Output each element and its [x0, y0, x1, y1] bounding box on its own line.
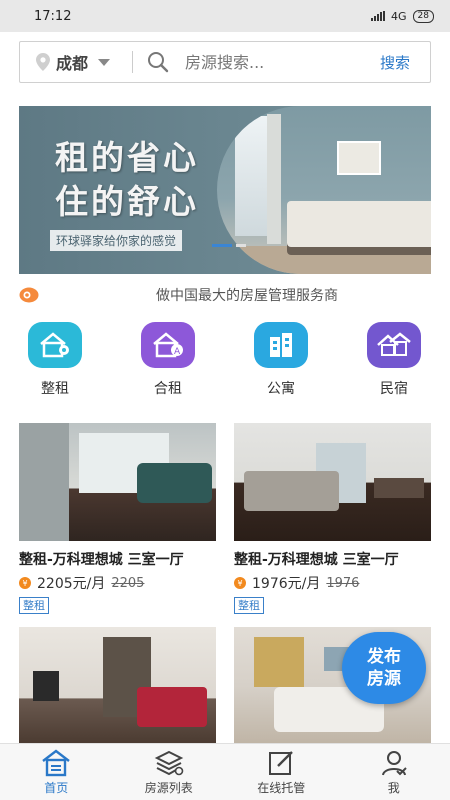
listing-price: 1976元/月: [252, 576, 321, 592]
category-label: 公寓: [267, 381, 295, 397]
notice-text: 做中国最大的房屋管理服务商: [156, 288, 338, 304]
apartment-icon: [254, 322, 308, 368]
tab-label: 在线托管: [257, 781, 306, 795]
tab-online-trust[interactable]: 在线托管: [225, 744, 338, 800]
publish-listing-button[interactable]: 发布 房源: [342, 632, 426, 704]
status-bar: 17:12 4G 28: [0, 0, 450, 32]
category-label: 民宿: [380, 381, 408, 397]
megaphone-icon: [19, 287, 39, 303]
category-shared-rent[interactable]: A 合租: [128, 322, 208, 398]
edit-icon: [269, 751, 294, 775]
listing-photo: [19, 423, 216, 541]
signal-icon: [371, 11, 386, 21]
tab-label: 我: [387, 781, 400, 795]
listing-tag: 整租: [234, 597, 264, 614]
floor: [217, 246, 431, 274]
carousel-dot-active: [212, 244, 232, 247]
listing-title: 整租-万科理想城 三室一厅: [234, 552, 399, 568]
battery-icon: 28: [412, 9, 434, 23]
status-time: 17:12: [34, 8, 72, 24]
layers-icon: [154, 750, 184, 776]
search-bar: 成都 搜索: [19, 41, 431, 83]
svg-text:A: A: [174, 347, 181, 357]
category-row: 整租 A 合租 公寓 民宿: [0, 322, 450, 398]
notice-bar: 做中国最大的房屋管理服务商: [19, 284, 431, 306]
category-homestay[interactable]: 民宿: [354, 322, 434, 398]
search-button[interactable]: 搜索: [380, 52, 410, 73]
listing-title: 整租-万科理想城 三室一厅: [19, 552, 184, 568]
house-key-icon: [28, 322, 82, 368]
house-people-icon: A: [141, 322, 195, 368]
banner-title-line1: 租的省心: [55, 138, 199, 177]
category-label: 合租: [154, 381, 182, 397]
banner-subtitle: 环球驿家给你家的感觉: [50, 230, 183, 251]
search-divider: [132, 51, 133, 73]
listing-old-price: 1976: [326, 575, 360, 591]
tab-listings[interactable]: 房源列表: [113, 744, 226, 800]
listing-price-row: ¥ 1976元/月 1976: [234, 573, 431, 593]
wall-painting: [337, 141, 381, 175]
category-apartment[interactable]: 公寓: [241, 322, 321, 398]
city-selector[interactable]: 成都: [20, 42, 132, 82]
carousel-indicator: [212, 244, 246, 247]
homestay-icon: [367, 322, 421, 368]
promo-banner[interactable]: 租的省心 住的舒心 环球驿家给你家的感觉: [19, 106, 431, 274]
listing-photo: [234, 423, 431, 541]
search-input[interactable]: [185, 52, 355, 72]
tab-home[interactable]: 首页: [0, 744, 113, 800]
listing-price-row: ¥ 2205元/月 2205: [19, 573, 216, 593]
category-whole-rent[interactable]: 整租: [15, 322, 95, 398]
city-label: 成都: [56, 54, 89, 73]
search-icon: [148, 52, 169, 73]
listing-price: 2205元/月: [37, 576, 106, 592]
tab-label: 房源列表: [144, 781, 193, 795]
banner-title-line2: 住的舒心: [55, 182, 199, 221]
listing-tag: 整租: [19, 597, 49, 614]
bedroom-photo: [217, 106, 431, 274]
banner-title: 租的省心 住的舒心: [55, 136, 199, 224]
category-label: 整租: [41, 381, 69, 397]
tab-me[interactable]: 我: [338, 744, 450, 800]
curtain: [267, 114, 281, 244]
fab-label-line1: 发布: [367, 647, 401, 667]
listing-photo: [19, 627, 216, 745]
tab-label: 首页: [44, 781, 69, 795]
listing-card[interactable]: 整租-万科理想城 三室一厅 ¥ 1976元/月 1976 整租: [234, 423, 431, 614]
yen-icon: ¥: [234, 577, 246, 589]
listing-card[interactable]: 整租-万科理想城 三室一厅 ¥ 2205元/月 2205 整租: [19, 423, 216, 614]
user-icon: [381, 751, 407, 776]
bed: [287, 201, 431, 247]
window: [235, 116, 269, 236]
home-icon: [42, 749, 70, 777]
location-pin-icon: [36, 53, 50, 71]
carousel-dot: [236, 244, 246, 247]
bottom-tab-bar: 首页 房源列表 在线托管 我: [0, 743, 450, 800]
listing-old-price: 2205: [111, 575, 145, 591]
listing-card[interactable]: [19, 627, 216, 745]
network-type: 4G: [391, 9, 407, 23]
chevron-down-icon: [98, 58, 111, 66]
fab-label-line2: 房源: [367, 669, 401, 689]
status-indicators: 4G 28: [371, 9, 434, 23]
yen-icon: ¥: [19, 577, 31, 589]
